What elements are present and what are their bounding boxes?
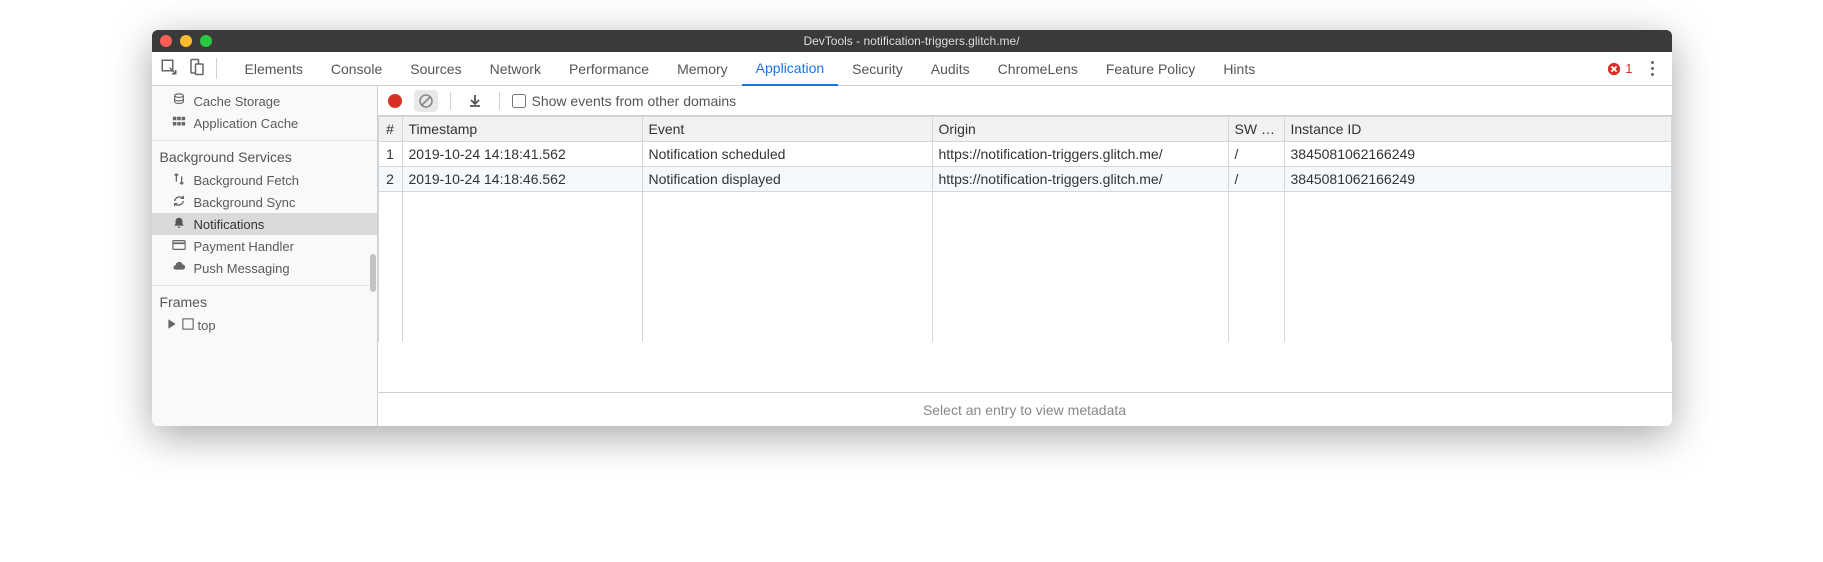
bell-icon: [172, 216, 186, 233]
device-toggle-icon[interactable]: [188, 58, 206, 79]
tab-performance[interactable]: Performance: [555, 52, 663, 85]
application-sidebar: Cache Storage Application Cache Backgrou…: [152, 86, 378, 426]
cell-instance-id: 3845081062166249: [1284, 142, 1671, 167]
sidebar-item-cache-storage[interactable]: Cache Storage: [152, 90, 377, 112]
table-header-row: # Timestamp Event Origin SW … Instance I…: [378, 117, 1671, 142]
show-other-domains-checkbox[interactable]: Show events from other domains: [512, 93, 737, 109]
frame-icon: [182, 318, 194, 333]
sidebar-heading-frames: Frames: [152, 285, 377, 314]
maximize-window-button[interactable]: [200, 35, 212, 47]
sidebar-item-notifications[interactable]: Notifications: [152, 213, 377, 235]
show-other-domains-input[interactable]: [512, 94, 526, 108]
transfer-icon: [172, 172, 186, 189]
tab-feature-policy[interactable]: Feature Policy: [1092, 52, 1209, 85]
devtools-window: DevTools - notification-triggers.glitch.…: [152, 30, 1672, 426]
sidebar-item-application-cache[interactable]: Application Cache: [152, 112, 377, 134]
cell-origin: https://notification-triggers.glitch.me/: [932, 167, 1228, 192]
show-other-domains-label: Show events from other domains: [532, 93, 737, 109]
sidebar-label: Cache Storage: [194, 94, 281, 109]
cell-origin: https://notification-triggers.glitch.me/: [932, 142, 1228, 167]
tab-memory[interactable]: Memory: [663, 52, 742, 85]
credit-card-icon: [172, 238, 186, 255]
window-title: DevTools - notification-triggers.glitch.…: [152, 34, 1672, 48]
col-number[interactable]: #: [378, 117, 402, 142]
cell-sw: /: [1228, 167, 1284, 192]
cloud-icon: [172, 260, 186, 277]
events-table: # Timestamp Event Origin SW … Instance I…: [378, 116, 1672, 342]
tab-audits[interactable]: Audits: [917, 52, 984, 85]
cell-num: 1: [378, 142, 402, 167]
more-menu-icon[interactable]: [1647, 57, 1658, 80]
cell-num: 2: [378, 167, 402, 192]
sidebar-item-push-messaging[interactable]: Push Messaging: [152, 257, 377, 279]
col-timestamp[interactable]: Timestamp: [402, 117, 642, 142]
close-window-button[interactable]: [160, 35, 172, 47]
error-count-badge[interactable]: 1: [1607, 61, 1632, 76]
tab-hints[interactable]: Hints: [1209, 52, 1269, 85]
sidebar-label: Background Fetch: [194, 173, 300, 188]
toolbar-separator: [450, 92, 451, 110]
toolbar-separator: [499, 92, 500, 110]
table-row[interactable]: 1 2019-10-24 14:18:41.562 Notification s…: [378, 142, 1671, 167]
sidebar-label: Payment Handler: [194, 239, 294, 254]
col-sw-scope[interactable]: SW …: [1228, 117, 1284, 142]
triangle-right-icon: [166, 318, 178, 333]
devtools-tabs: Elements Console Sources Network Perform…: [152, 52, 1672, 86]
sidebar-label: Background Sync: [194, 195, 296, 210]
tab-sources[interactable]: Sources: [396, 52, 475, 85]
minimize-window-button[interactable]: [180, 35, 192, 47]
clear-button[interactable]: [414, 90, 438, 112]
tab-network[interactable]: Network: [476, 52, 555, 85]
sidebar-item-payment-handler[interactable]: Payment Handler: [152, 235, 377, 257]
cell-timestamp: 2019-10-24 14:18:41.562: [402, 142, 642, 167]
sidebar-item-frame-top[interactable]: top: [152, 314, 377, 337]
download-button[interactable]: [463, 90, 487, 112]
cell-sw: /: [1228, 142, 1284, 167]
frame-label: top: [198, 318, 216, 333]
col-origin[interactable]: Origin: [932, 117, 1228, 142]
tab-security[interactable]: Security: [838, 52, 917, 85]
cell-event: Notification displayed: [642, 167, 932, 192]
table-row[interactable]: 2 2019-10-24 14:18:46.562 Notification d…: [378, 167, 1671, 192]
cell-timestamp: 2019-10-24 14:18:46.562: [402, 167, 642, 192]
sidebar-heading-background-services: Background Services: [152, 140, 377, 169]
grid-icon: [172, 115, 186, 132]
events-table-container: # Timestamp Event Origin SW … Instance I…: [378, 116, 1672, 392]
main-panel: Show events from other domains # Timesta…: [378, 86, 1672, 426]
sidebar-scrollbar[interactable]: [370, 254, 376, 292]
events-toolbar: Show events from other domains: [378, 86, 1672, 116]
cell-instance-id: 3845081062166249: [1284, 167, 1671, 192]
metadata-hint: Select an entry to view metadata: [378, 392, 1672, 426]
record-button[interactable]: [388, 94, 402, 108]
table-empty-area: [378, 192, 1671, 342]
col-instance-id[interactable]: Instance ID: [1284, 117, 1671, 142]
titlebar: DevTools - notification-triggers.glitch.…: [152, 30, 1672, 52]
tab-elements[interactable]: Elements: [231, 52, 317, 85]
sidebar-label: Application Cache: [194, 116, 299, 131]
sidebar-item-background-sync[interactable]: Background Sync: [152, 191, 377, 213]
database-icon: [172, 93, 186, 110]
inspect-tools: [160, 58, 217, 79]
tab-chromelens[interactable]: ChromeLens: [984, 52, 1092, 85]
sync-icon: [172, 194, 186, 211]
tab-application[interactable]: Application: [742, 53, 839, 86]
traffic-lights: [160, 35, 212, 47]
tab-console[interactable]: Console: [317, 52, 396, 85]
sidebar-item-background-fetch[interactable]: Background Fetch: [152, 169, 377, 191]
inspect-element-icon[interactable]: [160, 58, 178, 79]
cell-event: Notification scheduled: [642, 142, 932, 167]
sidebar-label: Notifications: [194, 217, 265, 232]
col-event[interactable]: Event: [642, 117, 932, 142]
sidebar-label: Push Messaging: [194, 261, 290, 276]
error-count: 1: [1625, 61, 1632, 76]
